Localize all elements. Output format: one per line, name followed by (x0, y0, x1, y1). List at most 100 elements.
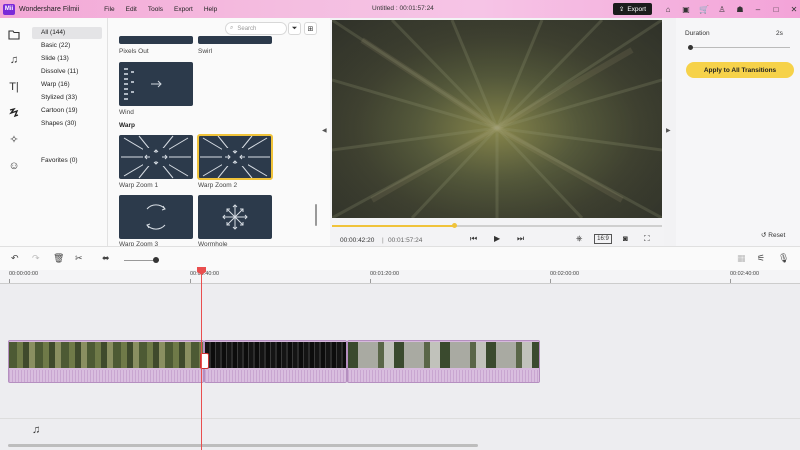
ruler-label: 00:01:20:00 (370, 271, 400, 277)
thumb-wormhole[interactable] (198, 195, 272, 239)
folder-icon[interactable] (6, 26, 22, 42)
redo-icon[interactable]: ↷ (32, 253, 40, 264)
thumb-warp-zoom-1[interactable] (119, 135, 193, 179)
search-box[interactable]: ⌕ Search (225, 22, 287, 35)
transition-library: ⌕ Search ⏷ ⊞ Pixels Out Swirl Wind Warp … (108, 18, 330, 248)
timeline-zoom-handle[interactable] (153, 257, 159, 263)
ruler-label: 00:02:00:00 (550, 271, 580, 277)
thumb-warp-zoom-3[interactable] (119, 195, 193, 239)
thumb-label-pixels-out: Pixels Out (119, 48, 149, 55)
ruler-label: 00:00:00:00 (9, 271, 39, 277)
duration-value: 2s (776, 30, 783, 37)
shirt-icon[interactable]: ☗ (734, 3, 746, 15)
text-icon[interactable]: T| (6, 79, 22, 95)
adjust-icon[interactable]: ⚟ (757, 253, 765, 264)
category-list: All (144) Basic (22) Slide (13) Dissolve… (28, 18, 108, 246)
cart-icon[interactable]: 🛒 (698, 3, 710, 15)
next-frame-icon[interactable]: ⏭ (517, 234, 524, 244)
category-basic[interactable]: Basic (22) (32, 40, 102, 52)
thumb-label-wind: Wind (119, 109, 134, 116)
grid-view-button[interactable]: ⊞ (304, 22, 317, 35)
time-separator: | (382, 237, 384, 244)
menu-export[interactable]: Export (174, 6, 193, 13)
category-stylized[interactable]: Stylized (33) (32, 92, 102, 104)
app-name: Wondershare Filmii (19, 5, 80, 13)
account-icon[interactable]: ♙ (716, 3, 728, 15)
search-icon: ⌕ (230, 25, 234, 31)
clip-waveform (348, 370, 539, 382)
microphone-icon[interactable]: 🎙 (778, 253, 789, 264)
thumb-label-warp-zoom-2: Warp Zoom 2 (198, 182, 238, 189)
grid-icon: ⊞ (307, 25, 314, 33)
playback-scrubber-handle[interactable] (452, 223, 458, 228)
category-favorites[interactable]: Favorites (0) (32, 155, 102, 167)
filter-icon: ⏷ (291, 24, 298, 32)
menu-help[interactable]: Help (204, 6, 217, 13)
snapshot-icon[interactable]: ◙ (623, 234, 628, 243)
library-scrollbar[interactable] (315, 204, 317, 226)
apply-to-all-button[interactable]: Apply to All Transitions (686, 62, 794, 78)
render-preview-icon[interactable]: ⎈ (576, 234, 582, 244)
duration-slider[interactable] (688, 45, 790, 50)
playhead[interactable] (201, 268, 202, 450)
menu-bar: File Edit Tools Export Help (104, 6, 217, 13)
playback-progress-bar[interactable] (332, 223, 662, 228)
search-input[interactable]: Search (237, 26, 256, 32)
clip-thumbnail-strip (348, 342, 539, 368)
delete-icon[interactable]: 🗑 (53, 253, 64, 264)
music-note-icon[interactable]: ♫ (6, 52, 22, 68)
duration-label: Duration (685, 30, 710, 37)
timeline-horizontal-scrollbar[interactable] (8, 444, 478, 447)
crop-icon[interactable]: ▦ (737, 253, 746, 264)
timeline-ruler[interactable]: 00:00:00:00 00:00:40:00 00:01:20:00 00:0… (0, 270, 800, 284)
sticker-icon[interactable]: ☺ (6, 158, 22, 174)
maximize-icon[interactable]: □ (770, 3, 782, 15)
music-track-icon: ♫ (32, 424, 41, 436)
category-warp[interactable]: Warp (16) (32, 79, 102, 91)
transition-icon[interactable] (6, 105, 22, 121)
thumb-swirl[interactable] (198, 36, 272, 44)
category-shapes[interactable]: Shapes (30) (32, 118, 102, 130)
transition-properties: Duration 2s Apply to All Transitions ↺ R… (676, 18, 800, 246)
undo-icon[interactable]: ↶ (11, 253, 19, 264)
video-clip-2[interactable] (204, 340, 347, 383)
video-clip-1[interactable] (8, 340, 204, 383)
category-slide[interactable]: Slide (13) (32, 53, 102, 65)
preview-panel: ◀ 00:00:42:20 | 00:01:57:24 ⏮ ▶ ⏭ ⎈ 16:9… (322, 18, 671, 246)
export-button[interactable]: ⇪ Export (613, 3, 652, 15)
menu-file[interactable]: File (104, 6, 114, 13)
category-cartoon[interactable]: Cartoon (19) (32, 105, 102, 117)
home-icon[interactable]: ⌂ (662, 3, 674, 15)
category-dissolve[interactable]: Dissolve (11) (32, 66, 102, 78)
export-icon: ⇪ (618, 6, 625, 13)
filter-button[interactable]: ⏷ (288, 22, 301, 35)
reset-button[interactable]: ↺ Reset (761, 231, 785, 239)
app-logo: Mii (3, 3, 15, 15)
previous-frame-icon[interactable]: ⏮ (470, 234, 477, 244)
split-icon[interactable]: ✂ (75, 253, 83, 264)
collapse-right-icon[interactable]: ▶ (666, 127, 671, 134)
menu-edit[interactable]: Edit (126, 6, 137, 13)
fullscreen-icon[interactable]: ⛶ (644, 234, 650, 244)
effects-icon[interactable]: ✧ (6, 131, 22, 147)
menu-tools[interactable]: Tools (148, 6, 163, 13)
thumb-pixels-out[interactable] (119, 36, 193, 44)
reset-label: Reset (768, 232, 786, 239)
aspect-ratio-button[interactable]: 16:9 (594, 234, 612, 244)
thumb-warp-zoom-2[interactable] (197, 134, 273, 180)
duration-slider-handle[interactable] (688, 45, 693, 50)
thumb-wind[interactable] (119, 62, 193, 106)
media-rail: ♫ T| ✧ ☺ (0, 18, 28, 246)
fit-timeline-icon[interactable]: ⬌ (102, 253, 110, 264)
close-icon[interactable]: ✕ (788, 3, 800, 15)
play-icon[interactable]: ▶ (494, 234, 500, 243)
video-clip-3[interactable] (347, 340, 540, 383)
export-label: Export (627, 5, 647, 13)
thumb-label-swirl: Swirl (198, 48, 213, 55)
category-all[interactable]: All (144) (32, 27, 102, 39)
save-icon[interactable]: ▣ (680, 3, 692, 15)
minimize-icon[interactable]: – (752, 3, 764, 15)
collapse-left-icon[interactable]: ◀ (322, 127, 327, 134)
clip-waveform (205, 370, 346, 382)
timeline-toolbar: ↶ ↷ 🗑 ✂ ⬌ ▦ ⚟ 🎙 (0, 246, 800, 270)
